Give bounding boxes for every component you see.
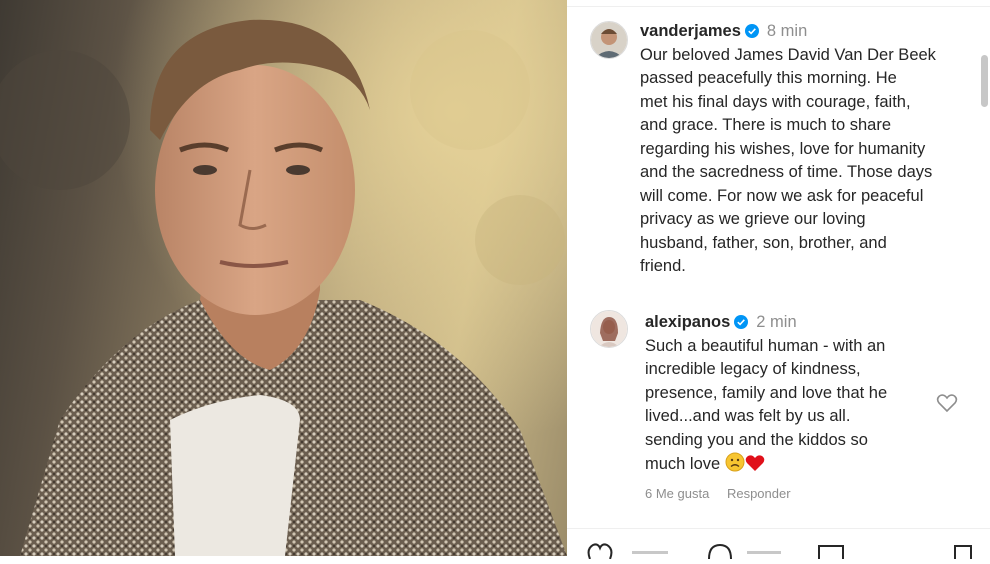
verified-badge-icon [734, 315, 749, 329]
commenter-avatar[interactable] [590, 310, 628, 348]
red-heart-emoji [745, 455, 765, 471]
caption-line: privacy as we grieve our loving [640, 210, 866, 228]
post-like-count-partial [632, 543, 672, 564]
caption-line: met his final days with courage, faith, [640, 92, 911, 111]
verified-badge-icon [744, 24, 759, 38]
portrait-illustration [0, 0, 567, 556]
comment-meta: 6 Me gusta Responder [645, 486, 805, 501]
author-username[interactable]: vanderjames [640, 22, 741, 40]
caption-line: and the sacredness of time. Those days [640, 163, 933, 181]
commenter-username[interactable]: alexipanos [645, 313, 730, 331]
comment-line: much love [645, 455, 721, 473]
heart-icon [936, 394, 958, 413]
comments-panel: vanderjames 8 min Our beloved James David… [567, 0, 990, 560]
reply-button[interactable]: Responder [727, 486, 791, 501]
author-avatar[interactable] [590, 21, 628, 59]
divider-bottom [567, 528, 990, 529]
post-photo [0, 0, 567, 556]
like-comment-button[interactable] [936, 393, 958, 413]
post-action-bar [587, 543, 987, 560]
scrollbar-thumb[interactable] [981, 55, 988, 107]
comment-count-partial [747, 543, 787, 564]
caption-line: will come. For now we ask for peaceful [640, 186, 924, 205]
sad-face-emoji [725, 452, 745, 472]
caption-line: Our beloved James David Van Der Beek [640, 45, 936, 64]
comment-likes[interactable]: 6 Me gusta [645, 486, 709, 501]
comment-line: Such a beautiful human - with an [645, 336, 886, 355]
commenter-avatar-image [591, 311, 627, 347]
author-avatar-image [591, 22, 627, 58]
caption-line: regarding his wishes, love for humanity [640, 139, 926, 158]
caption-line: husband, father, son, brother, and [640, 233, 887, 252]
comment-header: alexipanos 2 min [645, 311, 975, 335]
comment-item: alexipanos 2 min Such a beautiful human -… [645, 311, 975, 477]
comment-time: 2 min [756, 313, 797, 331]
comment-line: sending you and the kiddos so [645, 430, 868, 449]
save-icon[interactable] [952, 543, 974, 564]
post-caption: vanderjames 8 min Our beloved James David… [640, 20, 970, 279]
comment-line: presence, family and love that he [645, 383, 888, 402]
comment-line-last: much love [645, 452, 975, 477]
caption-line: passed peacefully this morning. He [640, 69, 897, 87]
comment-icon[interactable] [707, 543, 733, 564]
share-icon[interactable] [817, 543, 845, 564]
post-time: 8 min [766, 22, 808, 40]
comment-line: incredible legacy of kindness, [645, 360, 861, 378]
divider-top [567, 6, 990, 7]
caption-header: vanderjames 8 min [640, 20, 970, 44]
like-post-icon[interactable] [587, 543, 613, 564]
caption-line: friend. [640, 257, 686, 275]
comment-line: lived...and was felt by us all. [645, 407, 851, 425]
caption-line: and grace. There is much to share [640, 116, 891, 134]
